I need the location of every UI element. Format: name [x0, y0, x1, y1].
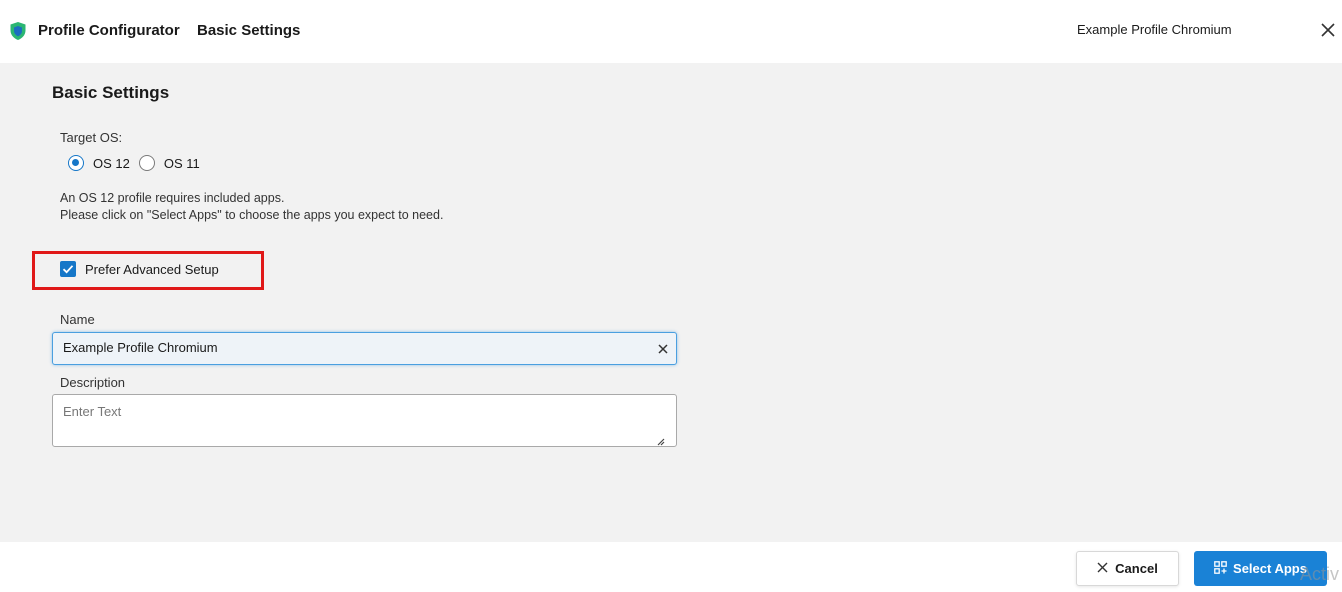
target-os-radio-group: OS 12 OS 11 — [68, 154, 209, 172]
resize-handle-icon[interactable] — [655, 433, 665, 446]
name-input[interactable] — [63, 340, 643, 355]
advanced-setup-label[interactable]: Prefer Advanced Setup — [85, 262, 219, 277]
name-field-container — [52, 332, 677, 365]
page-title: Basic Settings — [52, 83, 170, 102]
info-line: An OS 12 profile requires included apps. — [60, 191, 285, 205]
os-12-radio[interactable] — [68, 155, 84, 171]
description-field-label: Description — [60, 375, 126, 390]
advanced-setup-checkbox[interactable] — [60, 261, 76, 277]
select-apps-button-label: Select Apps — [1233, 561, 1307, 576]
select-apps-button[interactable]: Select Apps — [1194, 551, 1327, 586]
close-icon — [656, 343, 670, 360]
description-textarea[interactable] — [63, 404, 653, 440]
clear-name-button[interactable] — [656, 342, 670, 356]
os-11-radio[interactable] — [138, 155, 155, 171]
description-field-container — [52, 394, 677, 447]
header-section-title: Basic Settings — [197, 22, 301, 39]
info-line: Please click on "Select Apps" to choose … — [60, 208, 444, 222]
os-12-label[interactable]: OS 12 — [93, 156, 130, 171]
os-11-label[interactable]: OS 11 — [164, 156, 200, 171]
app-title: Profile Configurator — [38, 22, 180, 39]
apps-grid-icon — [1214, 560, 1227, 577]
header-bar: Profile Configurator Basic Settings Exam… — [0, 0, 1342, 63]
name-field-label: Name — [60, 312, 95, 327]
close-button[interactable] — [1317, 18, 1339, 42]
shield-logo-icon — [9, 21, 27, 41]
os-info-text: An OS 12 profile requires included apps.… — [60, 190, 443, 224]
cancel-button-label: Cancel — [1115, 561, 1158, 576]
header-profile-name: Example Profile Chromium — [1077, 22, 1232, 37]
close-icon — [1097, 560, 1108, 578]
target-os-label: Target OS: — [60, 130, 123, 145]
cancel-button[interactable]: Cancel — [1076, 551, 1179, 586]
settings-panel: Basic Settings Target OS: OS 12 OS 11 An… — [0, 63, 1342, 542]
